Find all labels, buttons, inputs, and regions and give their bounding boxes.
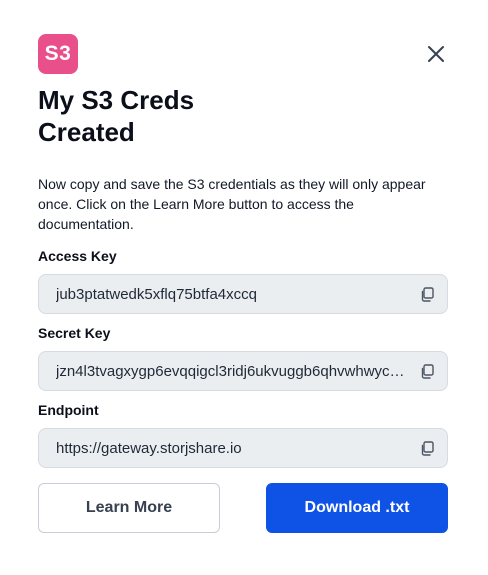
s3-creds-dialog: S3 My S3 Creds Created Now copy and save… <box>0 0 488 575</box>
copy-icon[interactable] <box>419 286 435 302</box>
dialog-title: My S3 Creds Created <box>38 85 195 147</box>
copy-icon[interactable] <box>419 440 435 456</box>
secret-key-field: jzn4l3tvagxygp6evqqigcl3ridj6ukvuggb6qhv… <box>38 351 448 391</box>
dialog-description: Now copy and save the S3 credentials as … <box>38 176 426 232</box>
endpoint-label: Endpoint <box>38 402 99 418</box>
access-key-value: jub3ptatwedk5xflq75btfa4xccq <box>56 285 257 303</box>
logo-text: S3 <box>44 42 72 65</box>
endpoint-field: https://gateway.storjshare.io <box>38 428 448 468</box>
close-button[interactable] <box>420 38 452 70</box>
learn-more-button[interactable]: Learn More <box>38 483 220 533</box>
access-key-label: Access Key <box>38 248 117 264</box>
close-icon <box>428 46 444 62</box>
s3-logo: S3 <box>38 34 78 74</box>
access-key-field: jub3ptatwedk5xflq75btfa4xccq <box>38 274 448 314</box>
download-txt-button[interactable]: Download .txt <box>266 483 448 533</box>
endpoint-value: https://gateway.storjshare.io <box>56 439 242 457</box>
secret-key-label: Secret Key <box>38 325 111 341</box>
secret-key-value: jzn4l3tvagxygp6evqqigcl3ridj6ukvuggb6qhv… <box>56 362 419 380</box>
copy-icon[interactable] <box>419 363 435 379</box>
